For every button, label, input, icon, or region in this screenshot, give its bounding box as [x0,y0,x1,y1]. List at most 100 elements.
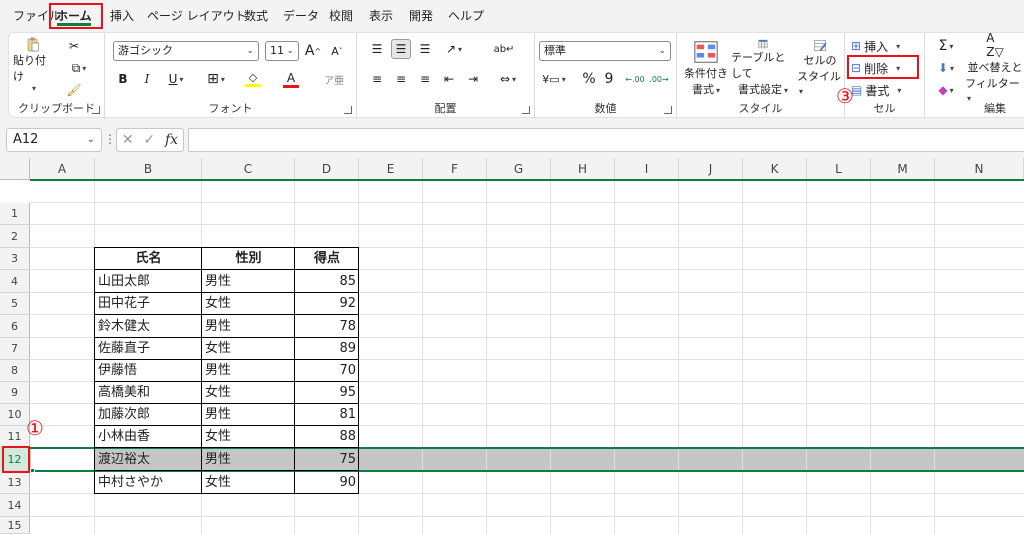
align-bottom-button[interactable]: ☰ [415,39,435,59]
clear-button[interactable]: ◆ ▾ [931,81,961,99]
row-header-12[interactable]: 12 [0,448,30,471]
align-middle-button[interactable]: ☰ [391,39,411,59]
table-header-cell[interactable]: 氏名 [95,248,202,270]
column-header-m[interactable]: M [871,158,935,180]
table-cell[interactable]: 90 [295,471,359,494]
table-cell[interactable]: 鈴木健太 [95,315,202,338]
table-cell[interactable]: 92 [295,293,359,315]
percent-button[interactable]: % [579,69,599,89]
table-cell[interactable]: 中村さやか [95,471,202,494]
table-cell[interactable]: 佐藤直子 [95,338,202,360]
autosum-button[interactable]: Σ ▾ [931,37,961,55]
delete-cells-button[interactable]: ⊟ 削除 ▾ [851,59,919,77]
align-top-button[interactable]: ☰ [367,39,387,59]
column-header-k[interactable]: K [743,158,807,180]
number-format-combo[interactable]: 標準 ⌄ [539,41,671,61]
table-cell[interactable]: 78 [295,315,359,338]
dialog-launcher-icon[interactable] [344,106,352,114]
align-right-button[interactable]: ≡ [415,69,435,89]
table-cell[interactable]: 女性 [202,382,295,404]
decrease-decimal-button[interactable]: .00→ [649,69,669,89]
row-header-9[interactable]: 9 [0,382,30,404]
shrink-font-button[interactable]: Aˇ [327,41,347,61]
table-cell[interactable]: 81 [295,404,359,426]
paste-button[interactable]: 貼り付け ▾ [13,37,53,93]
cut-button[interactable]: ✂ [63,37,85,55]
italic-button[interactable]: I [137,69,157,89]
ribbon-tab-7[interactable]: 校閲 [322,5,360,27]
sort-filter-button[interactable]: A Z▽ 並べ替えと フィルター▾ [965,31,1024,103]
copy-button[interactable]: ⧉ ▾ [63,59,95,77]
orientation-button[interactable]: ↗ ▾ [439,39,469,59]
column-header-c[interactable]: C [202,158,295,180]
row-header-1[interactable]: 1 [0,203,30,225]
row-header-14[interactable]: 14 [0,494,30,517]
table-cell[interactable]: 渡辺裕太 [95,448,202,471]
row-header-3[interactable]: 3 [0,248,30,270]
format-painter-button[interactable]: 🖌 [63,81,85,99]
name-box[interactable]: A12 ⌄ [6,128,102,152]
column-header-e[interactable]: E [359,158,423,180]
fill-handle[interactable] [30,468,35,473]
ribbon-tab-3[interactable]: 挿入 [103,5,141,27]
font-name-combo[interactable]: 游ゴシック ⌄ [113,41,259,61]
ribbon-tab-5[interactable]: 数式 [237,5,275,27]
active-cell[interactable] [31,448,94,471]
table-cell[interactable]: 女性 [202,471,295,494]
table-cell[interactable]: 男性 [202,448,295,471]
table-cell[interactable]: 女性 [202,338,295,360]
table-cell[interactable]: 男性 [202,360,295,382]
decrease-indent-button[interactable]: ⇤ [439,69,459,89]
row-header-5[interactable]: 5 [0,293,30,315]
table-cell[interactable]: 男性 [202,404,295,426]
align-left-button[interactable]: ≡ [367,69,387,89]
increase-indent-button[interactable]: ⇥ [463,69,483,89]
format-cells-button[interactable]: ▤ 書式 ▾ [851,81,919,99]
table-cell[interactable]: 女性 [202,426,295,448]
wrap-text-button[interactable]: ab↵ [493,39,515,59]
ribbon-tab-6[interactable]: データ [276,5,326,27]
table-cell[interactable]: 89 [295,338,359,360]
phonetic-button[interactable]: ア亜 [319,69,349,89]
cancel-icon[interactable]: ✕ [122,132,134,148]
font-color-button[interactable]: A [275,69,307,89]
grow-font-button[interactable]: A ^ [303,41,323,61]
insert-function-button[interactable]: fx [165,132,178,148]
table-cell[interactable]: 95 [295,382,359,404]
table-cell[interactable]: 75 [295,448,359,471]
fill-button[interactable]: ⬇ ▾ [931,59,961,77]
underline-button[interactable]: U ▾ [161,69,191,89]
bold-button[interactable]: B [113,69,133,89]
column-header-d[interactable]: D [295,158,359,180]
ribbon-tab-10[interactable]: ヘルプ [441,5,491,27]
table-header-cell[interactable]: 得点 [295,248,359,270]
row-header-8[interactable]: 8 [0,360,30,382]
dialog-launcher-icon[interactable] [664,106,672,114]
select-all-corner[interactable] [0,158,30,180]
column-header-j[interactable]: J [679,158,743,180]
table-header-cell[interactable]: 性別 [202,248,295,270]
align-center-button[interactable]: ≡ [391,69,411,89]
accounting-format-button[interactable]: ¥▭ ▾ [539,69,569,89]
table-cell[interactable]: 小林由香 [95,426,202,448]
table-cell[interactable]: 85 [295,270,359,293]
table-cell[interactable]: 女性 [202,293,295,315]
table-cell[interactable]: 70 [295,360,359,382]
column-header-l[interactable]: L [807,158,871,180]
column-header-a[interactable]: A [30,158,95,180]
table-cell[interactable]: 88 [295,426,359,448]
row-header-7[interactable]: 7 [0,338,30,360]
ribbon-tab-8[interactable]: 表示 [362,5,400,27]
ribbon-tab-2[interactable]: ホーム [49,5,99,27]
comma-button[interactable]: 9 [601,69,617,89]
dialog-launcher-icon[interactable] [522,106,530,114]
dialog-launcher-icon[interactable] [92,106,100,114]
row-header-13[interactable]: 13 [0,471,30,494]
font-size-combo[interactable]: 11 ⌄ [265,41,299,61]
conditional-formatting-button[interactable]: 条件付き 書式 ▾ [681,39,731,97]
border-button[interactable]: ⊞ ▾ [201,69,231,89]
fill-color-button[interactable]: ◇ [237,69,269,89]
formula-input[interactable] [188,128,1024,152]
column-header-h[interactable]: H [551,158,615,180]
table-cell[interactable]: 高橋美和 [95,382,202,404]
